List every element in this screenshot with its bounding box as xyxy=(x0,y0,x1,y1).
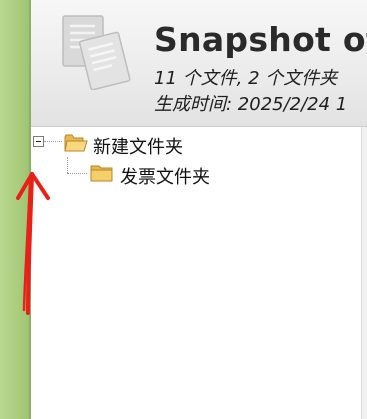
page-title: Snapshot of C xyxy=(154,20,367,59)
report-header: Snapshot of C 11 个文件, 2 个文件夹 生成时间: 2025/… xyxy=(31,0,367,127)
folder-open-icon xyxy=(64,134,88,152)
tree-node-root-label: 新建文件夹 xyxy=(93,137,183,158)
documents-icon xyxy=(62,15,131,90)
tree-connector xyxy=(67,157,68,173)
scrollbar-track[interactable] xyxy=(361,127,367,419)
snapshot-window: Snapshot of C 11 个文件, 2 个文件夹 生成时间: 2025/… xyxy=(0,0,367,419)
folder-icon xyxy=(90,165,113,182)
tree-connector xyxy=(44,141,62,142)
collapse-toggle[interactable] xyxy=(33,136,44,147)
red-arrow-icon xyxy=(16,172,50,315)
tree-connector xyxy=(67,173,87,174)
folder-tree: 新建文件夹 发票文件夹 xyxy=(31,127,361,419)
generated-timestamp: 生成时间: 2025/2/24 1 xyxy=(154,94,348,115)
tree-node-child-label: 发票文件夹 xyxy=(120,167,210,188)
file-folder-count: 11 个文件, 2 个文件夹 xyxy=(154,68,338,89)
